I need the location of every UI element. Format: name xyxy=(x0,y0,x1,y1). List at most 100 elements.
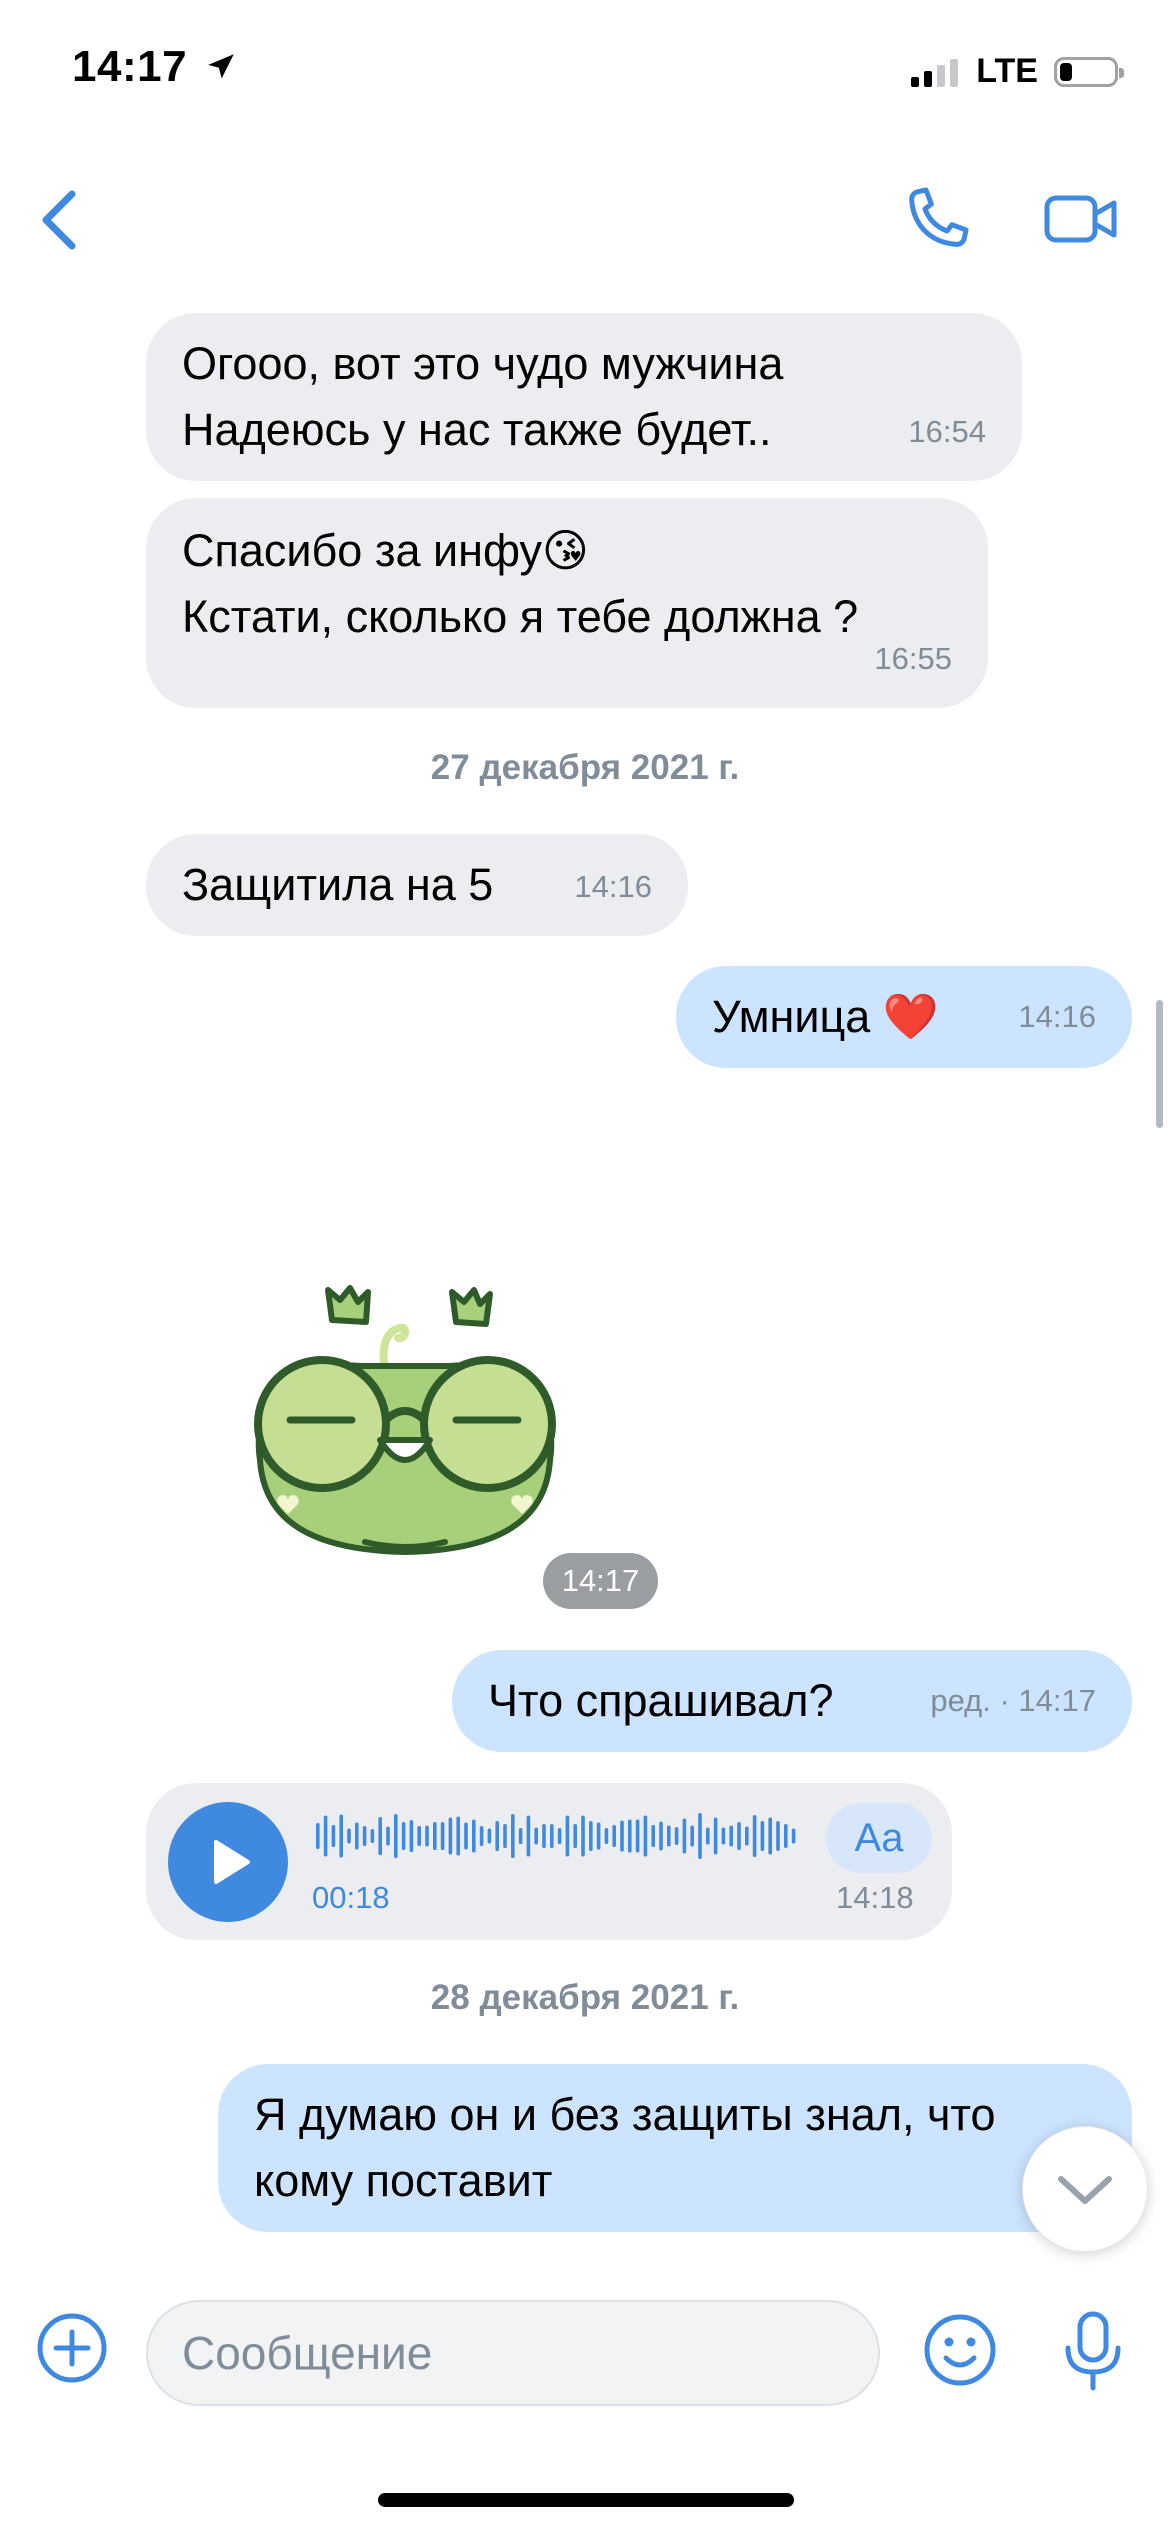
location-arrow-icon xyxy=(208,54,234,79)
scroll-to-bottom-button[interactable] xyxy=(1022,2126,1148,2252)
cellular-signal-icon xyxy=(911,57,959,87)
battery-icon xyxy=(1054,56,1124,87)
outgoing-message[interactable]: Умница ❤️ 14:16 xyxy=(676,966,1132,1068)
message-time: 16:54 xyxy=(908,414,986,449)
chevron-left-icon xyxy=(42,190,76,250)
phone-icon xyxy=(909,187,969,247)
outgoing-message[interactable]: Я думаю он и без защиты знал, что кому п… xyxy=(218,2064,1132,2232)
waveform-bar xyxy=(698,1813,702,1859)
waveform-bar xyxy=(791,1828,796,1844)
frog-sticker[interactable] xyxy=(240,1280,570,1570)
waveform-bar xyxy=(565,1815,570,1857)
voice-waveform[interactable] xyxy=(312,1808,800,1864)
waveform-bar xyxy=(323,1815,328,1857)
waveform-bar xyxy=(596,1822,601,1850)
waveform-bar xyxy=(511,1814,515,1858)
emoji-button[interactable] xyxy=(922,2312,998,2388)
waveform-bar xyxy=(737,1822,741,1850)
status-time: 14:17 xyxy=(72,42,238,92)
waveform-bar xyxy=(479,1826,484,1846)
video-call-button[interactable] xyxy=(1042,184,1122,254)
chevron-down-icon xyxy=(1058,2176,1112,2204)
waveform-bar xyxy=(651,1825,655,1847)
message-time: 14:16 xyxy=(574,869,652,904)
waveform-bar xyxy=(760,1821,765,1851)
waveform-bar xyxy=(331,1825,336,1847)
incoming-message[interactable]: Спасибо за инфу😘 Кстати, сколько я тебе … xyxy=(146,498,988,708)
home-indicator xyxy=(378,2493,794,2507)
frog-sticker-icon xyxy=(254,1285,556,1556)
transcribe-button[interactable]: Aa xyxy=(826,1803,932,1873)
waveform-bar xyxy=(620,1820,624,1852)
waveform-bar xyxy=(401,1822,406,1850)
waveform-bar xyxy=(635,1819,640,1853)
status-time-text: 14:17 xyxy=(72,42,188,91)
waveform-bar xyxy=(362,1826,367,1846)
message-text: Защитила на 5 xyxy=(182,859,494,910)
waveform-bar xyxy=(495,1821,499,1851)
waveform-bar xyxy=(503,1824,507,1848)
message-text: Что спрашивал? xyxy=(488,1675,834,1726)
waveform-bar xyxy=(721,1827,726,1845)
voice-duration: 00:18 xyxy=(312,1880,390,1915)
message-meta: ред. · 14:17 xyxy=(930,1668,1096,1734)
waveform-bar xyxy=(339,1814,343,1858)
status-indicators: LTE xyxy=(911,52,1124,91)
waveform-bar xyxy=(542,1824,546,1848)
waveform-bar xyxy=(347,1828,351,1844)
waveform-bar xyxy=(752,1815,757,1857)
chat-header xyxy=(0,150,1170,290)
message-text: Я думаю он и без защиты знал, что кому п… xyxy=(254,2089,996,2206)
waveform-bar xyxy=(784,1824,788,1848)
waveform-bar xyxy=(378,1817,382,1855)
waveform-bar xyxy=(706,1827,710,1845)
sticker-time: 14:17 xyxy=(543,1553,658,1609)
waveform-bar xyxy=(628,1819,632,1853)
meta-dot: · xyxy=(999,1683,1019,1718)
message-time: 14:16 xyxy=(1018,999,1096,1034)
video-camera-icon xyxy=(1044,195,1117,243)
waveform-bar xyxy=(448,1817,453,1855)
waveform-bar xyxy=(729,1825,733,1847)
message-text: Умница ❤️ xyxy=(712,991,939,1042)
message-time: 16:55 xyxy=(874,641,952,676)
waveform-bar xyxy=(674,1827,679,1845)
waveform-bar xyxy=(550,1824,554,1848)
waveform-bar xyxy=(690,1825,694,1847)
back-button[interactable] xyxy=(28,180,88,260)
waveform-bar xyxy=(417,1826,421,1846)
waveform-bar xyxy=(440,1822,445,1850)
waveform-bar xyxy=(355,1822,359,1850)
incoming-message[interactable]: Огооо, вот это чудо мужчина Надеюсь у на… xyxy=(146,313,1022,481)
waveform-bar xyxy=(433,1822,437,1850)
play-icon xyxy=(214,1840,250,1884)
message-input[interactable] xyxy=(146,2300,880,2406)
message-time: 14:18 xyxy=(836,1880,914,1915)
waveform-bar xyxy=(518,1828,523,1844)
scrollbar[interactable] xyxy=(1156,1000,1163,1128)
waveform-bar xyxy=(612,1825,616,1847)
play-button[interactable] xyxy=(168,1802,288,1922)
waveform-bar xyxy=(487,1828,492,1844)
waveform-bar xyxy=(526,1815,531,1857)
incoming-message[interactable]: Защитила на 5 14:16 xyxy=(146,834,688,936)
waveform-bar xyxy=(768,1817,772,1855)
waveform-bar xyxy=(589,1821,593,1851)
waveform-bar xyxy=(573,1824,577,1848)
waveform-bar xyxy=(667,1825,671,1847)
voice-record-button[interactable] xyxy=(1058,2310,1128,2394)
waveform-bar xyxy=(316,1823,320,1849)
message-time: 14:17 xyxy=(1018,1683,1096,1718)
waveform-bar xyxy=(394,1814,398,1858)
message-text: Огооо, вот это чудо мужчина Надеюсь у на… xyxy=(182,338,784,455)
attach-button[interactable] xyxy=(36,2312,108,2384)
waveform-bar xyxy=(682,1818,687,1854)
waveform-bar xyxy=(409,1820,414,1852)
outgoing-message[interactable]: Что спрашивал? ред. · 14:17 xyxy=(452,1650,1132,1752)
waveform-bar xyxy=(659,1821,663,1851)
waveform-bar xyxy=(713,1817,718,1855)
message-text: Спасибо за инфу😘 Кстати, сколько я тебе … xyxy=(182,525,859,642)
waveform-bar xyxy=(370,1829,375,1843)
call-button[interactable] xyxy=(896,180,976,260)
waveform-bar xyxy=(581,1815,585,1857)
